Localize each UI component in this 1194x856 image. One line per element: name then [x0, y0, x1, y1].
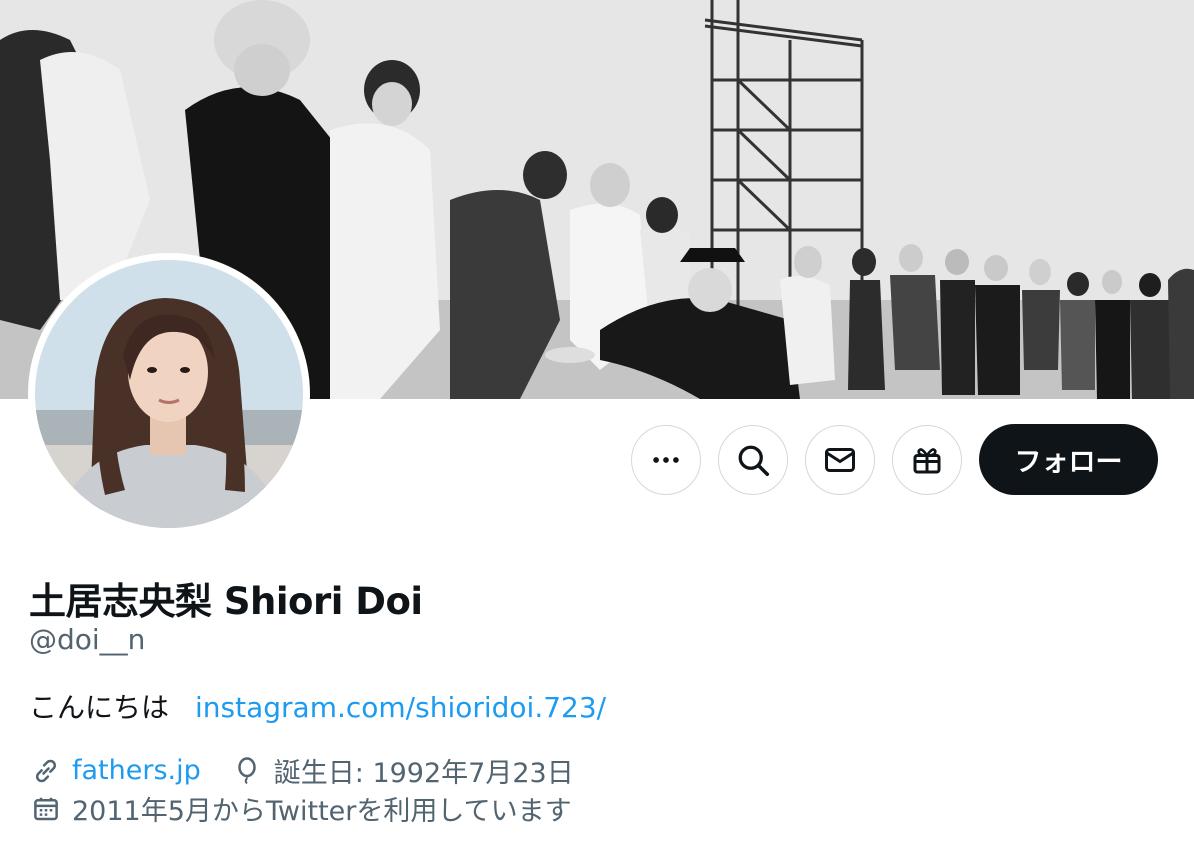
profile-avatar[interactable]	[28, 253, 310, 535]
search-button[interactable]	[718, 424, 788, 495]
link-icon	[29, 754, 62, 787]
message-button[interactable]	[805, 424, 875, 495]
calendar-icon	[29, 792, 62, 825]
bio-instagram-link[interactable]: instagram.com/shioridoi.723/	[195, 691, 606, 724]
bio: こんにちは instagram.com/shioridoi.723/	[29, 686, 606, 726]
balloon-icon	[231, 754, 264, 787]
profile-meta-row: 2011年5月からTwitterを利用しています	[29, 789, 572, 828]
birthday-text: 誕生日: 1992年7月23日	[273, 758, 574, 789]
mail-icon	[825, 447, 855, 472]
display-name: 土居志央梨 Shiori Doi	[29, 580, 423, 623]
user-handle: @doi__n	[29, 623, 146, 656]
website-link[interactable]: fathers.jp	[72, 755, 201, 786]
bio-text: こんにちは	[29, 691, 170, 724]
avatar-photo	[35, 260, 303, 528]
joined-date-text: 2011年5月からTwitterを利用しています	[72, 796, 572, 827]
more-button[interactable]	[631, 424, 701, 495]
profile-actions: フォロー	[631, 424, 1158, 495]
search-icon	[738, 445, 770, 476]
follow-button[interactable]: フォロー	[979, 424, 1158, 495]
gift-button[interactable]	[892, 424, 962, 495]
profile-meta-row: fathers.jp 誕生日: 1992年7月23日	[29, 751, 574, 790]
more-icon	[653, 456, 679, 463]
gift-icon	[913, 447, 941, 473]
